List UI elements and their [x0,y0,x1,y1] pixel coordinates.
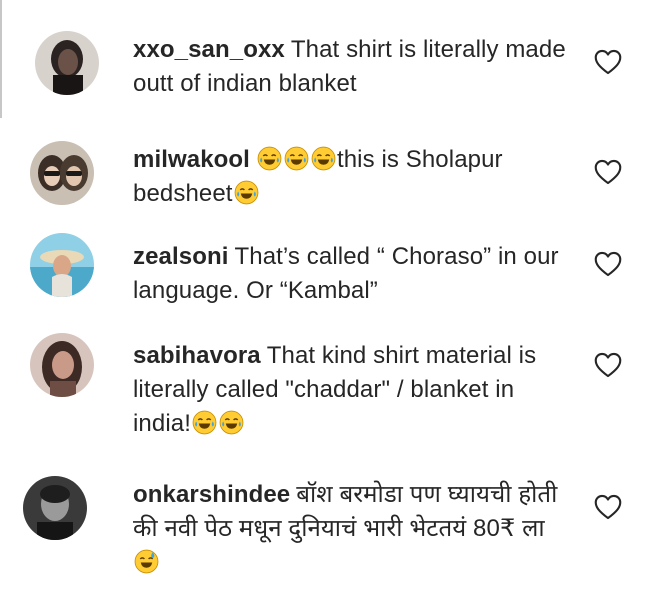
joy-emoji-icon [257,146,282,171]
joy-emoji-icon [234,180,258,205]
comment-username[interactable]: zealsoni [133,243,229,270]
comment-text: milwakool this is Sholapur bedsheet [133,143,573,211]
comment-username[interactable]: xxo_san_oxx [133,36,285,63]
joy-emoji-icon [219,410,244,435]
avatar[interactable] [30,141,94,205]
joy-emoji-icon [311,146,336,171]
joy-emoji-icon [284,146,309,171]
avatar[interactable] [30,333,94,397]
comment-username[interactable]: onkarshindee [133,481,290,508]
comment-username[interactable]: milwakool [133,146,250,173]
heart-icon[interactable] [594,49,622,75]
heart-icon[interactable] [594,494,622,520]
left-border-rule [0,0,2,118]
avatar[interactable] [30,233,94,297]
comment-text: zealsoni That’s called “ Choraso” in our … [133,240,573,308]
joy-emoji-icon [192,410,217,435]
comment-text: xxo_san_oxx That shirt is literally made … [133,33,573,101]
comment-username[interactable]: sabihavora [133,342,261,369]
heart-icon[interactable] [594,352,622,378]
comment-text: onkarshindee बॉश बरमोडा पण घ्यायची होती क… [133,478,573,580]
comment-text: sabihavora That kind shirt material is li… [133,339,573,441]
avatar[interactable] [35,31,99,95]
heart-icon[interactable] [594,159,622,185]
sweat-smile-emoji-icon [134,549,159,574]
heart-icon[interactable] [594,251,622,277]
avatar[interactable] [23,476,87,540]
